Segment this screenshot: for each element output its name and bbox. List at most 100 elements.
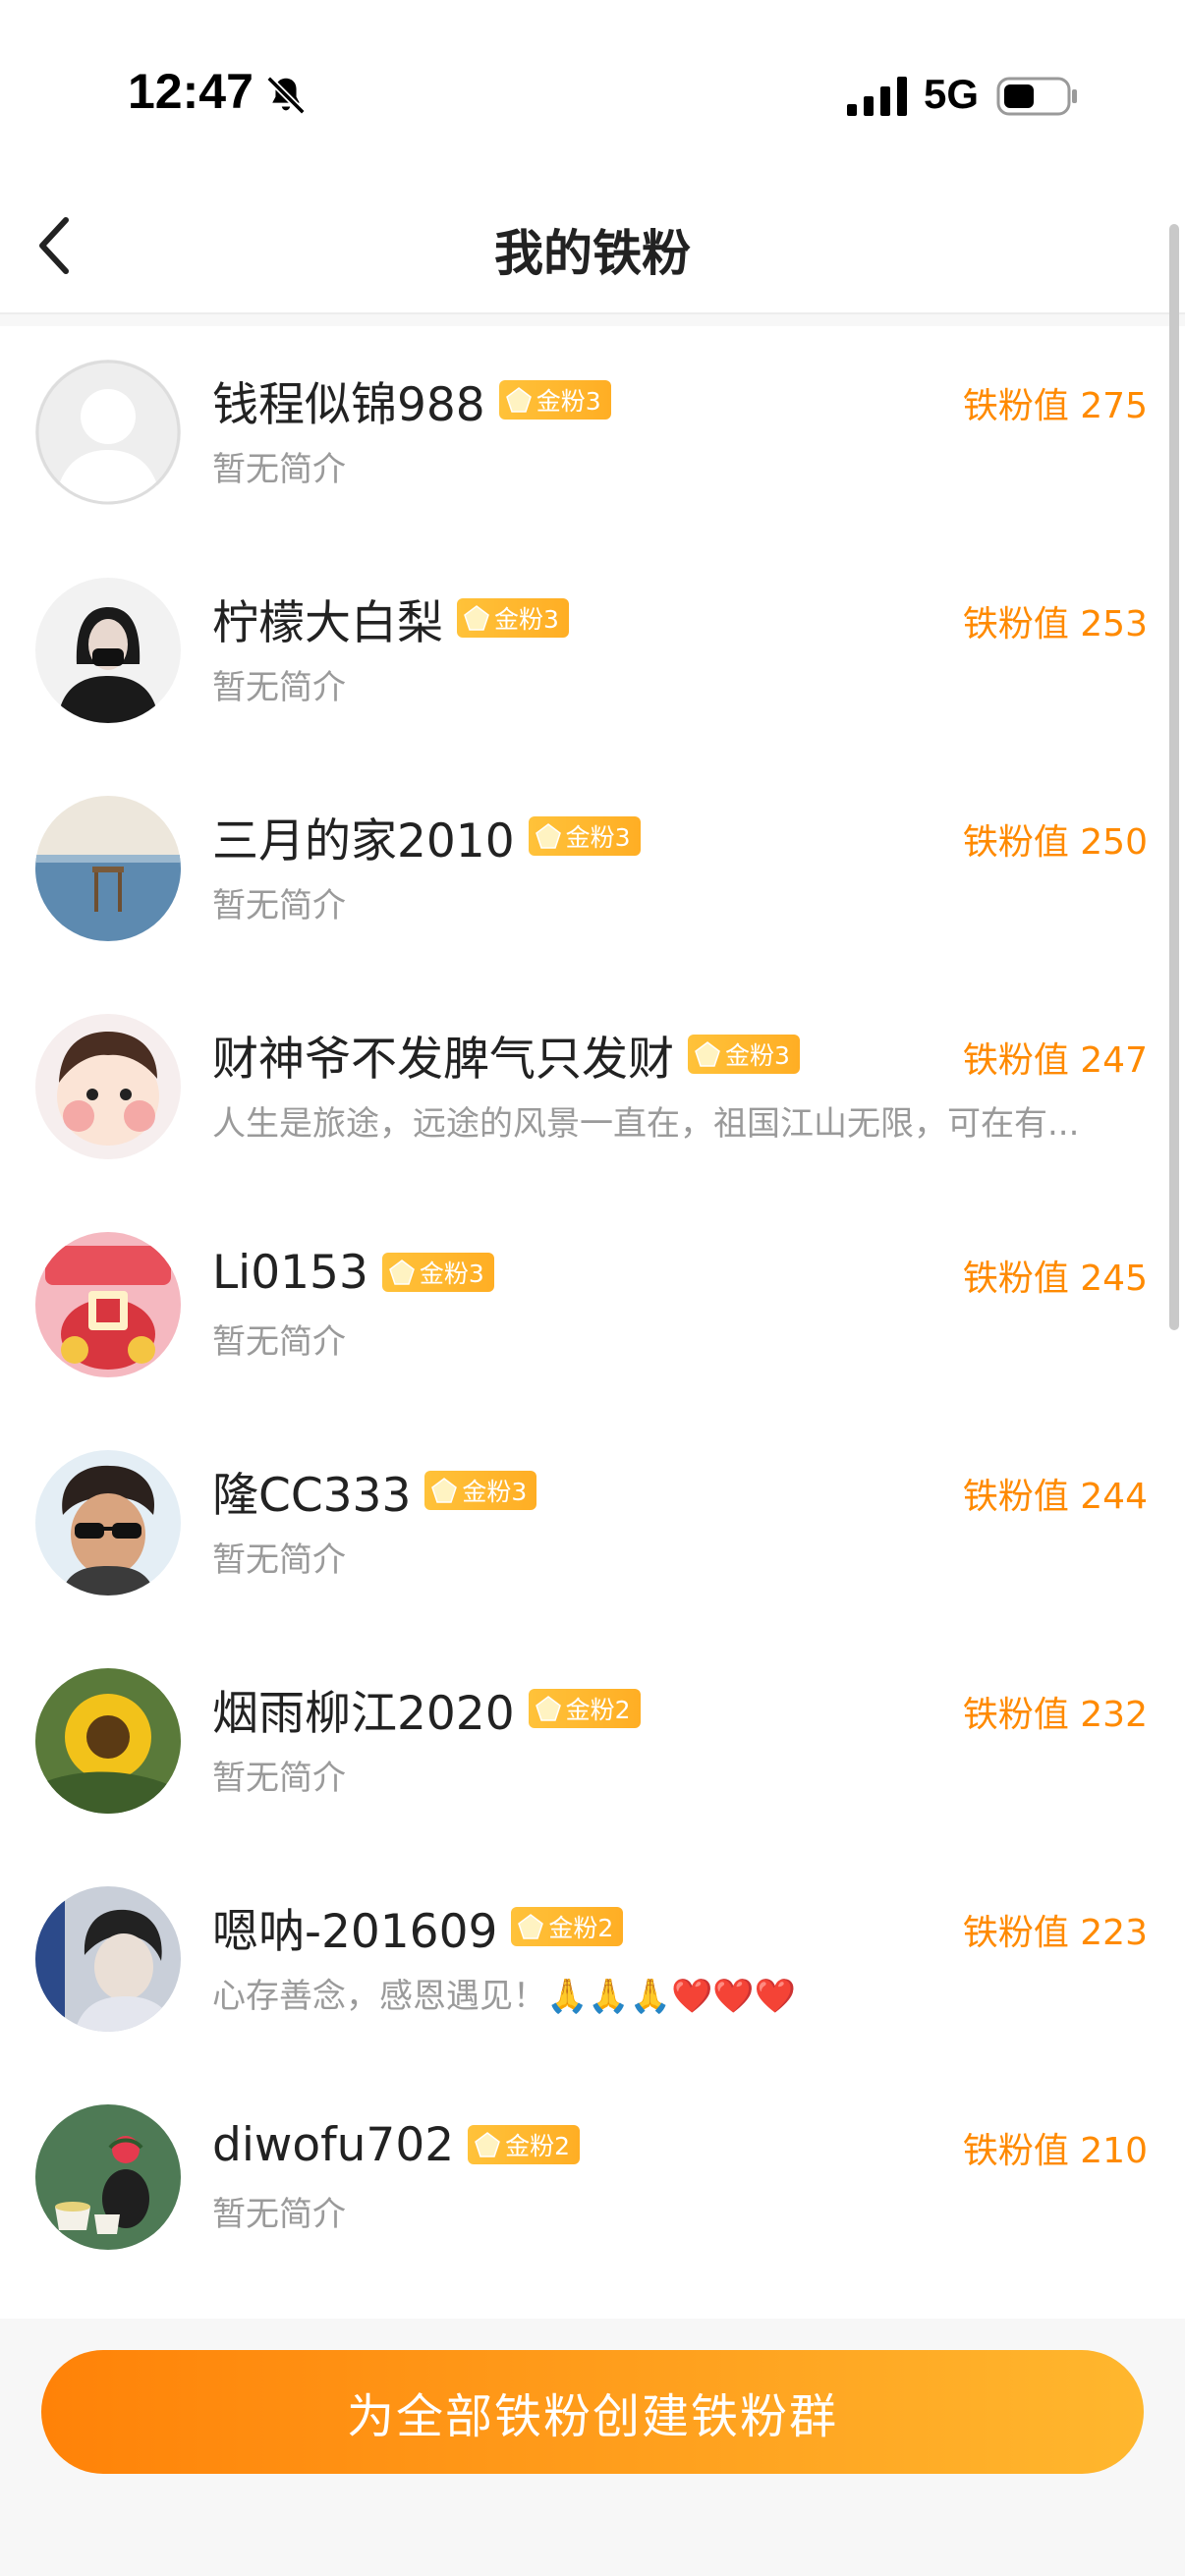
avatar[interactable] xyxy=(35,796,181,941)
status-bar: 12:47 5G xyxy=(0,0,1185,177)
score-label: 铁粉值 xyxy=(962,822,1069,863)
fan-bio: 暂无简介 xyxy=(212,450,346,489)
badge-label: 金粉2 xyxy=(548,1914,614,1942)
status-time: 12:47 xyxy=(128,64,254,119)
score-value: 210 xyxy=(1080,2131,1148,2171)
fan-name[interactable]: 烟雨柳江2020 xyxy=(212,1675,515,1743)
fan-level-badge: 金粉3 xyxy=(381,1253,494,1292)
fan-score: 铁粉值 223 xyxy=(963,1904,1148,1955)
signal-icon xyxy=(847,77,907,116)
fan-level-badge: 金粉3 xyxy=(457,598,569,638)
score-value: 250 xyxy=(1080,822,1148,863)
score-value: 223 xyxy=(1080,1913,1148,1953)
badge-label: 金粉3 xyxy=(462,1478,528,1506)
badge-label: 金粉3 xyxy=(419,1260,484,1288)
bell-muted-icon xyxy=(266,76,306,115)
fan-name[interactable]: 柠檬大白梨 xyxy=(212,585,443,652)
fan-level-badge: 金粉2 xyxy=(468,2125,581,2164)
fan-name[interactable]: 隆CC333 xyxy=(212,1457,411,1525)
avatar[interactable] xyxy=(35,360,181,505)
fan-score: 铁粉值 250 xyxy=(963,813,1148,865)
fan-level-badge: 金粉2 xyxy=(511,1907,624,1946)
avatar[interactable] xyxy=(35,1886,181,2032)
fan-name-row: diwofu702 金粉2 xyxy=(212,2112,581,2177)
fan-score: 铁粉值 245 xyxy=(963,1250,1148,1301)
fan-level-badge: 金粉3 xyxy=(424,1471,537,1510)
fan-bio: 暂无简介 xyxy=(212,886,346,925)
fan-name[interactable]: Li0153 xyxy=(212,1246,368,1300)
score-value: 253 xyxy=(1080,604,1148,644)
badge-label: 金粉3 xyxy=(494,605,559,634)
fan-bio: 暂无简介 xyxy=(212,668,346,707)
badge-label: 金粉3 xyxy=(565,823,631,852)
fan-name[interactable]: 钱程似锦988 xyxy=(212,366,485,434)
badge-label: 金粉2 xyxy=(505,2132,571,2160)
fan-name[interactable]: diwofu702 xyxy=(212,2118,454,2172)
score-label: 铁粉值 xyxy=(962,386,1069,426)
score-label: 铁粉值 xyxy=(962,2131,1069,2171)
score-value: 247 xyxy=(1080,1040,1148,1081)
fan-list-item[interactable]: Li0153 金粉3 暂无简介 铁粉值 245 xyxy=(0,1199,1185,1417)
score-label: 铁粉值 xyxy=(962,1259,1069,1299)
fan-name-row: 柠檬大白梨 金粉3 xyxy=(212,586,569,650)
crown-gem-icon xyxy=(464,605,489,631)
avatar[interactable] xyxy=(35,2104,181,2250)
score-value: 232 xyxy=(1080,1695,1148,1735)
score-label: 铁粉值 xyxy=(962,1913,1069,1953)
crown-gem-icon xyxy=(388,1260,415,1285)
header-divider xyxy=(0,314,1185,326)
fan-name[interactable]: 财神爷不发脾气只发财 xyxy=(212,1021,674,1089)
fan-score: 铁粉值 244 xyxy=(963,1468,1148,1519)
nav-header: 我的铁粉 xyxy=(0,177,1185,314)
badge-label: 金粉3 xyxy=(536,387,601,416)
network-label: 5G xyxy=(924,71,980,117)
crown-gem-icon xyxy=(475,2132,501,2157)
crown-gem-icon xyxy=(505,387,532,413)
avatar[interactable] xyxy=(35,1668,181,1814)
badge-label: 金粉2 xyxy=(565,1696,631,1724)
scrollbar[interactable] xyxy=(1169,224,1179,1330)
fan-list-item[interactable]: 烟雨柳江2020 金粉2 暂无简介 铁粉值 232 xyxy=(0,1635,1185,1853)
avatar[interactable] xyxy=(35,1014,181,1159)
fan-name-row: 钱程似锦988 金粉3 xyxy=(212,367,611,432)
fan-list-item[interactable]: 柠檬大白梨 金粉3 暂无简介 铁粉值 253 xyxy=(0,544,1185,762)
avatar[interactable] xyxy=(35,1450,181,1596)
fan-bio: 人生是旅途，远途的风景一直在，祖国江山无限，可在有... xyxy=(212,1104,1080,1144)
create-fan-group-button[interactable]: 为全部铁粉创建铁粉群 xyxy=(41,2350,1144,2474)
crown-gem-icon xyxy=(695,1041,720,1067)
score-value: 245 xyxy=(1080,1259,1148,1299)
crown-gem-icon xyxy=(535,823,561,849)
crown-gem-icon xyxy=(535,1696,561,1721)
fan-list-item[interactable]: 隆CC333 金粉3 暂无简介 铁粉值 244 xyxy=(0,1417,1185,1635)
crown-gem-icon xyxy=(518,1914,544,1939)
fan-bio: 暂无简介 xyxy=(212,1540,346,1580)
avatar[interactable] xyxy=(35,1232,181,1377)
fan-name[interactable]: 嗯呐-201609 xyxy=(212,1893,497,1961)
fan-list-item[interactable]: 财神爷不发脾气只发财 金粉3 人生是旅途，远途的风景一直在，祖国江山无限，可在有… xyxy=(0,980,1185,1199)
fan-name-row: 三月的家2010 金粉3 xyxy=(212,804,641,868)
fan-level-badge: 金粉3 xyxy=(498,380,611,420)
fan-name[interactable]: 三月的家2010 xyxy=(212,803,515,870)
fan-list-item[interactable]: 嗯呐-201609 金粉2 心存善念，感恩遇见！🙏🙏🙏❤️❤️❤️ 铁粉值 22… xyxy=(0,1853,1185,2071)
score-value: 244 xyxy=(1080,1477,1148,1517)
score-label: 铁粉值 xyxy=(962,604,1069,644)
fan-level-badge: 金粉3 xyxy=(528,816,641,856)
fan-list-item[interactable]: 三月的家2010 金粉3 暂无简介 铁粉值 250 xyxy=(0,762,1185,980)
score-label: 铁粉值 xyxy=(962,1040,1069,1081)
fan-bio: 暂无简介 xyxy=(212,1322,346,1362)
avatar[interactable] xyxy=(35,578,181,723)
fan-level-badge: 金粉2 xyxy=(528,1689,641,1728)
fan-score: 铁粉值 275 xyxy=(963,377,1148,428)
fan-list-item[interactable]: diwofu702 金粉2 暂无简介 铁粉值 210 xyxy=(0,2071,1185,2289)
fan-list-item[interactable]: 钱程似锦988 金粉3 暂无简介 铁粉值 275 xyxy=(0,326,1185,544)
fan-score: 铁粉值 247 xyxy=(963,1032,1148,1083)
fan-level-badge: 金粉3 xyxy=(688,1035,800,1074)
fan-bio: 暂无简介 xyxy=(212,2195,346,2234)
battery-icon xyxy=(996,77,1077,116)
fan-bio: 心存善念，感恩遇见！🙏🙏🙏❤️❤️❤️ xyxy=(212,1977,797,2016)
fan-score: 铁粉值 232 xyxy=(963,1686,1148,1737)
score-label: 铁粉值 xyxy=(962,1477,1069,1517)
score-value: 275 xyxy=(1080,386,1148,426)
page-title: 我的铁粉 xyxy=(494,225,691,282)
fan-score: 铁粉值 210 xyxy=(963,2122,1148,2173)
